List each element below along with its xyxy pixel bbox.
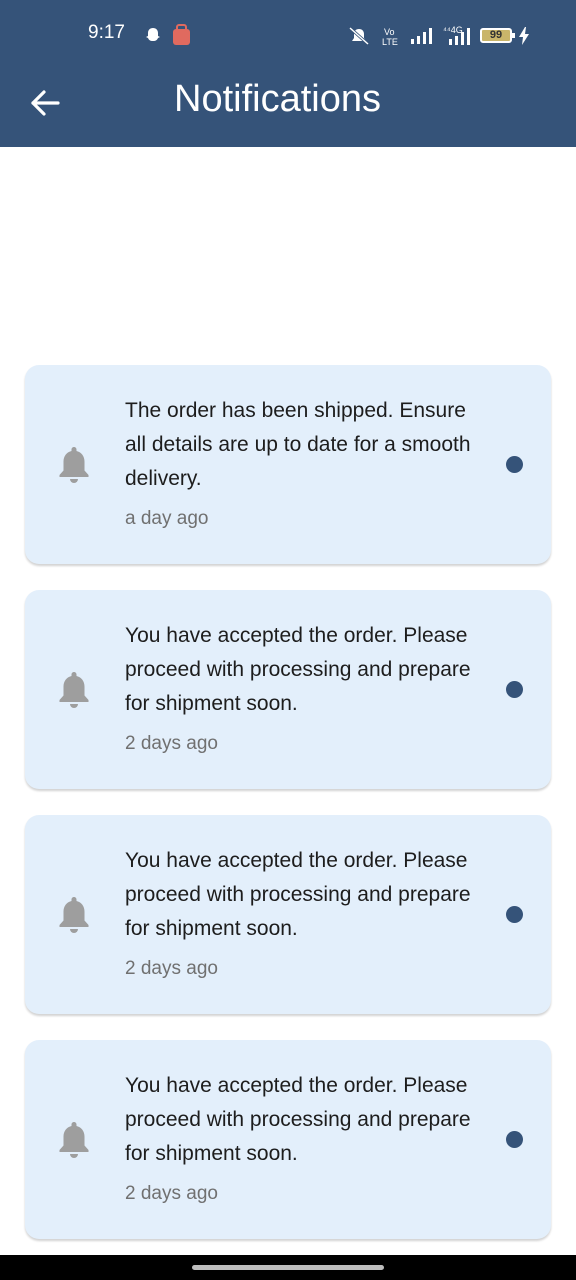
notification-time: 2 days ago [125,958,218,979]
unread-dot [506,1131,523,1148]
home-gesture-handle[interactable] [192,1265,384,1270]
bell-icon [59,672,89,708]
notification-list: The order has been shipped. Ensure all d… [25,365,551,1265]
svg-text:Vo: Vo [384,27,395,37]
unread-dot [506,681,523,698]
notification-message: You have accepted the order. Please proc… [125,849,471,940]
app-notification-icon [173,24,190,45]
arrow-left-icon[interactable] [28,86,62,120]
status-bar: 9:17 Vo LTE ⁴⁴4G 99 [0,0,576,70]
page-title: Notifications [174,78,381,120]
svg-text:LTE: LTE [382,37,398,46]
notification-card[interactable]: You have accepted the order. Please proc… [25,1040,551,1239]
notification-card[interactable]: You have accepted the order. Please proc… [25,590,551,789]
notification-time: 2 days ago [125,733,218,754]
app-bar: 9:17 Vo LTE ⁴⁴4G 99 Notifications [0,0,576,147]
notification-time: a day ago [125,508,209,529]
battery-level: 99 [489,29,503,41]
battery-icon: 99 [480,28,515,43]
4g-signal-icon: ⁴⁴4G [443,25,470,45]
snapchat-icon [146,28,160,41]
notification-time: 2 days ago [125,1183,218,1204]
svg-text:⁴⁴4G: ⁴⁴4G [443,25,463,35]
notification-card[interactable]: The order has been shipped. Ensure all d… [25,365,551,564]
notification-message: The order has been shipped. Ensure all d… [125,399,471,490]
bell-icon [59,1122,89,1158]
signal-icon [411,28,432,44]
charging-icon [519,27,529,45]
volte-icon: Vo LTE [382,27,398,46]
unread-dot [506,906,523,923]
status-time: 9:17 [88,22,125,43]
system-nav-bar [0,1255,576,1280]
notification-message: You have accepted the order. Please proc… [125,1074,471,1165]
notification-message: You have accepted the order. Please proc… [125,624,471,715]
mute-icon [349,26,369,46]
notification-card[interactable]: You have accepted the order. Please proc… [25,815,551,1014]
bell-icon [59,447,89,483]
unread-dot [506,456,523,473]
bell-icon [59,897,89,933]
